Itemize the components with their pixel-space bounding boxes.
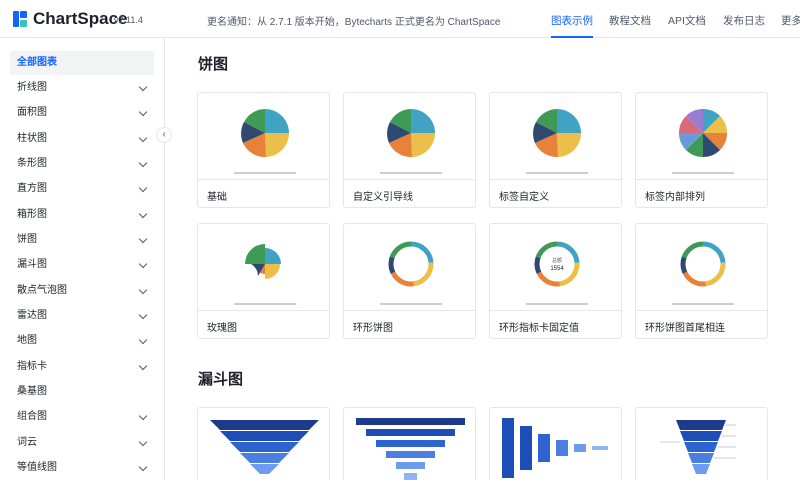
chevron-down-icon — [138, 158, 148, 168]
rename-notice: 更名通知：从 2.7.1 版本开始，Bytecharts 正式更名为 Chart… — [207, 17, 501, 28]
indicator-value: 1554 — [550, 266, 564, 272]
chart-card-pie-custom-guide-line[interactable]: 自定义引导线 — [343, 92, 476, 208]
rose-thumbnail — [234, 244, 296, 305]
version-label: v2.11.4 — [114, 15, 143, 25]
sidebar-item-funnel[interactable]: 漏斗图 — [10, 253, 154, 277]
sidebar-item-histogram[interactable]: 直方图 — [10, 177, 154, 201]
sidebar-item-label: 等值线图 — [17, 462, 57, 473]
card-label: 环形指标卡固定值 — [499, 323, 579, 334]
chart-card-pie-custom-label[interactable]: 标签自定义 — [489, 92, 622, 208]
card-label: 基础 — [207, 192, 227, 203]
sidebar-item-area[interactable]: 面积图 — [10, 101, 154, 125]
nav-chart-examples[interactable]: 图表示例 — [551, 0, 593, 38]
sidebar-item-label: 指标卡 — [17, 361, 47, 372]
sidebar-item-contour[interactable]: 等值线图 — [10, 456, 154, 480]
indicator-title: 总额 — [552, 257, 562, 264]
pie-thumbnail — [672, 108, 734, 174]
chevron-down-icon — [138, 361, 148, 371]
sidebar-item-line[interactable]: 折线图 — [10, 76, 154, 100]
nav-api-docs[interactable]: API文档 — [668, 0, 706, 38]
nav-tutorials[interactable]: 教程文档 — [609, 0, 651, 38]
donut-thumbnail: 总额 1554 — [526, 241, 588, 305]
sidebar-item-label: 箱形图 — [17, 209, 47, 220]
donut-thumbnail — [380, 241, 442, 305]
card-label: 玫瑰图 — [207, 323, 237, 334]
donut-thumbnail — [672, 241, 734, 305]
card-label: 环形饼图 — [353, 323, 393, 334]
funnel-thumbnail — [210, 420, 319, 474]
pie-thumbnail — [526, 109, 588, 174]
chart-card-donut-fixed-indicator[interactable]: 总额 1554 环形指标卡固定值 — [489, 223, 622, 339]
pyramid-thumbnail — [356, 418, 465, 480]
sidebar-item-sankey[interactable]: 桑基图 — [10, 380, 154, 404]
chart-card-donut-connected[interactable]: 环形饼图首尾相连 — [635, 223, 768, 339]
chevron-down-icon — [138, 310, 148, 320]
sidebar-item-all-charts[interactable]: 全部图表 — [10, 51, 154, 75]
sidebar-item-bar[interactable]: 条形图 — [10, 152, 154, 176]
chart-card-pie-inner-label[interactable]: 标签内部排列 — [635, 92, 768, 208]
chart-card-funnel[interactable] — [197, 407, 330, 480]
sidebar-item-radar[interactable]: 雷达图 — [10, 304, 154, 328]
section-title-funnel: 漏斗图 — [198, 371, 244, 388]
sidebar-item-label: 雷达图 — [17, 310, 47, 321]
sidebar-item-combo[interactable]: 组合图 — [10, 405, 154, 429]
sidebar-item-label: 饼图 — [17, 234, 37, 245]
top-header: ChartSpace v2.11.4 更名通知：从 2.7.1 版本开始，Byt… — [0, 0, 800, 38]
chart-card-donut[interactable]: 环形饼图 — [343, 223, 476, 339]
logo-icon[interactable] — [13, 11, 27, 27]
chevron-down-icon — [138, 285, 148, 295]
sidebar-item-label: 词云 — [17, 437, 37, 448]
card-label: 自定义引导线 — [353, 192, 413, 203]
chevron-down-icon — [138, 462, 148, 472]
sidebar-item-label: 直方图 — [17, 183, 47, 194]
sidebar-item-label: 桑基图 — [17, 386, 47, 397]
conversion-thumbnail — [502, 418, 608, 478]
sidebar-item-scatter-bubble[interactable]: 散点气泡图 — [10, 279, 154, 303]
sidebar-item-label: 漏斗图 — [17, 259, 47, 270]
sidebar-item-label: 面积图 — [17, 107, 47, 118]
nav-release-log[interactable]: 发布日志 — [723, 0, 765, 38]
sidebar-item-label: 全部图表 — [17, 57, 57, 68]
section-title-pie: 饼图 — [198, 56, 229, 73]
chart-card-pyramid[interactable] — [343, 407, 476, 480]
chart-card-annotated-funnel[interactable] — [635, 407, 768, 480]
sidebar-item-label: 折线图 — [17, 82, 47, 93]
chevron-down-icon — [138, 133, 148, 143]
sidebar-item-label: 地图 — [17, 335, 37, 346]
card-label: 标签自定义 — [499, 192, 549, 203]
chart-card-rose[interactable]: 玫瑰图 — [197, 223, 330, 339]
collapse-sidebar-button[interactable]: ‹ — [156, 127, 172, 143]
chart-card-pie-basic[interactable]: 基础 — [197, 92, 330, 208]
nav-more[interactable]: 更多 — [781, 0, 800, 38]
sidebar-item-column[interactable]: 柱状图 — [10, 127, 154, 151]
sidebar-item-label: 条形图 — [17, 158, 47, 169]
card-label: 标签内部排列 — [645, 192, 705, 203]
sidebar-item-label: 散点气泡图 — [17, 285, 67, 296]
annotated-funnel-thumbnail — [660, 420, 736, 474]
chevron-down-icon — [138, 437, 148, 447]
chevron-down-icon — [138, 183, 148, 193]
chevron-down-icon — [138, 335, 148, 345]
sidebar-item-map[interactable]: 地图 — [10, 329, 154, 353]
sidebar-item-wordcloud[interactable]: 词云 — [10, 431, 154, 455]
pie-thumbnail — [380, 109, 442, 174]
chevron-down-icon — [138, 234, 148, 244]
sidebar-item-label: 组合图 — [17, 411, 47, 422]
sidebar-item-pie[interactable]: 饼图 — [10, 228, 154, 252]
card-label: 环形饼图首尾相连 — [645, 323, 725, 334]
chart-card-conversion-funnel[interactable] — [489, 407, 622, 480]
chevron-down-icon — [138, 259, 148, 269]
sidebar: 全部图表 折线图 面积图 柱状图 条形图 直方图 箱形图 饼图 漏斗图 散点气泡… — [0, 38, 165, 480]
sidebar-item-boxplot[interactable]: 箱形图 — [10, 203, 154, 227]
chevron-down-icon — [138, 107, 148, 117]
sidebar-item-label: 柱状图 — [17, 133, 47, 144]
sidebar-item-indicator-card[interactable]: 指标卡 — [10, 355, 154, 379]
pie-thumbnail — [234, 109, 296, 174]
chevron-down-icon — [138, 209, 148, 219]
chevron-down-icon — [138, 411, 148, 421]
chevron-down-icon — [138, 82, 148, 92]
